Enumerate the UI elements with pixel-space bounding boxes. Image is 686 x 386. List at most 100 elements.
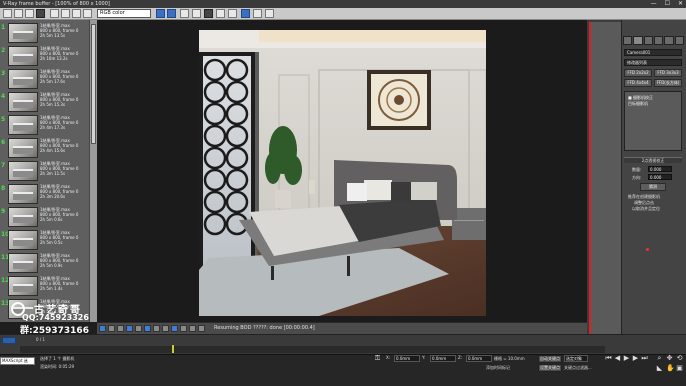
ocio-icon[interactable]: [153, 325, 160, 332]
x-coordinate-field[interactable]: 0.0mm: [394, 355, 420, 362]
add-time-tag[interactable]: 添加时间标记: [486, 365, 510, 371]
pixel-info-icon[interactable]: [171, 325, 178, 332]
history-item[interactable]: 9 1结果/卧室.max 800 x 800, frame 0 2h 5m 0.6s: [0, 206, 89, 228]
stack-item-camera-correction[interactable]: ■ 摄影机校正: [628, 95, 653, 100]
history-thumbnail[interactable]: [8, 23, 38, 43]
history-item[interactable]: 4 1结果/卧室.max 800 x 800, frame 0 2h 5m 15.3s: [0, 91, 89, 113]
clear-icon[interactable]: [36, 9, 45, 18]
bucket-icon[interactable]: [189, 325, 196, 332]
pan-icon[interactable]: ✥: [666, 355, 673, 362]
exposure-icon[interactable]: [126, 325, 133, 332]
history-thumbnail[interactable]: [8, 161, 38, 181]
mono-icon[interactable]: [180, 9, 189, 18]
srgb-icon[interactable]: [135, 325, 142, 332]
object-name-field[interactable]: Camera001: [624, 49, 682, 56]
history-item[interactable]: 7 1结果/卧室.max 800 x 800, frame 0 2h 3m 11.5s: [0, 160, 89, 182]
zoom-icon[interactable]: ⌕: [656, 355, 663, 362]
copy-icon[interactable]: [25, 9, 34, 18]
history-scrollbar-thumb[interactable]: [91, 24, 96, 144]
history-thumbnail[interactable]: [8, 184, 38, 204]
history-item[interactable]: 6 1结果/卧室.max 800 x 800, frame 0 2h 4m 15.6s: [0, 137, 89, 159]
tab-create[interactable]: [623, 36, 633, 45]
orbit-icon[interactable]: ⟲: [676, 355, 683, 362]
tab-display[interactable]: [664, 36, 674, 45]
guess-button[interactable]: 猜测: [640, 183, 666, 191]
history-thumbnail[interactable]: [8, 46, 38, 66]
amount-spinner[interactable]: 0.000: [648, 166, 672, 172]
history-item[interactable]: 2 1结果/卧室.max 800 x 800, frame 0 2h 10m 13.2…: [0, 45, 89, 67]
maximize-icon[interactable]: ☐: [665, 0, 670, 8]
history-thumbnail[interactable]: [8, 138, 38, 158]
tab-hierarchy[interactable]: [643, 36, 653, 45]
time-slider[interactable]: [2, 337, 16, 344]
lut-icon[interactable]: [144, 325, 151, 332]
history-scrollbar[interactable]: [89, 20, 97, 322]
stack-item-target-camera[interactable]: 目标摄影机: [628, 101, 648, 106]
ffd-box-button[interactable]: FFD(长方体): [654, 79, 682, 87]
history-item[interactable]: 5 1结果/卧室.max 800 x 800, frame 0 2h 4m 17.3s: [0, 114, 89, 136]
ffd-4-button[interactable]: FFD 4x4x4: [624, 79, 652, 87]
lock-icon[interactable]: [180, 325, 187, 332]
hdr-icon[interactable]: [162, 325, 169, 332]
modifier-list-dropdown[interactable]: 修改器列表: [624, 59, 682, 66]
close-icon[interactable]: ✕: [678, 0, 683, 8]
go-to-end-icon[interactable]: ⏭: [641, 355, 648, 362]
y-coordinate-field[interactable]: 0.0mm: [430, 355, 456, 362]
timeline-track[interactable]: [20, 346, 605, 353]
field-of-view-icon[interactable]: ◣: [656, 365, 663, 372]
history-thumbnail[interactable]: [8, 230, 38, 250]
curve-icon[interactable]: [117, 325, 124, 332]
save-all-icon[interactable]: [14, 9, 23, 18]
history-item[interactable]: 11 1结果/卧室.max 800 x 800, frame 0 2h 5m 0.9s: [0, 252, 89, 274]
levels-icon[interactable]: [108, 325, 115, 332]
render-last-icon[interactable]: [265, 9, 274, 18]
key-filters-button[interactable]: 关键点过滤器...: [564, 365, 592, 371]
alpha-icon[interactable]: [83, 9, 92, 18]
set-key-button[interactable]: 设置关键点: [538, 364, 562, 372]
tab-motion[interactable]: [653, 36, 664, 45]
history-thumbnail[interactable]: [8, 92, 38, 112]
modifier-stack[interactable]: ■ 摄影机校正 目标摄影机: [624, 91, 682, 151]
lock-selection-icon[interactable]: ⚿: [374, 355, 381, 362]
history-icon[interactable]: [156, 9, 165, 18]
history-thumbnail[interactable]: [8, 69, 38, 89]
play-icon[interactable]: ▶: [623, 355, 630, 362]
history-thumbnail[interactable]: [8, 115, 38, 135]
link-icon[interactable]: [253, 9, 262, 18]
direction-spinner[interactable]: 0.000: [648, 174, 672, 180]
maxscript-listener[interactable]: MAXScript 迷: [0, 357, 35, 365]
blue-channel-icon[interactable]: [72, 9, 81, 18]
green-channel-icon[interactable]: [61, 9, 70, 18]
go-to-start-icon[interactable]: ⏮: [605, 355, 612, 362]
walk-icon[interactable]: ✋: [666, 365, 675, 372]
history-item[interactable]: 8 1结果/卧室.max 800 x 800, frame 0 2h 3m 20.6s: [0, 183, 89, 205]
ffd-2-button[interactable]: FFD 2x2x2: [624, 69, 652, 77]
ffd-3-button[interactable]: FFD 3x3x3: [654, 69, 682, 77]
tab-modify[interactable]: [633, 36, 643, 45]
save-icon[interactable]: [3, 9, 12, 18]
lens-effects-icon[interactable]: [192, 9, 201, 18]
tab-utilities[interactable]: [674, 36, 684, 45]
section-2pt-correction[interactable]: 2点透视校正: [624, 157, 682, 163]
history-thumbnail[interactable]: [8, 207, 38, 227]
next-frame-icon[interactable]: ▶: [632, 355, 639, 362]
stamp-icon[interactable]: [216, 9, 225, 18]
auto-key-button[interactable]: 自动关键点: [538, 355, 562, 363]
channel-select[interactable]: RGB color: [97, 9, 151, 18]
history-item[interactable]: 3 1结果/卧室.max 800 x 800, frame 0 2h 5m 17.6s: [0, 68, 89, 90]
history-item[interactable]: 1 1结果/卧室.max 800 x 800, frame 0 2h 5m 13.5s: [0, 22, 89, 44]
command-panel-scroll[interactable]: [589, 22, 621, 334]
minimize-icon[interactable]: —: [651, 0, 657, 8]
prev-frame-icon[interactable]: ◀: [614, 355, 621, 362]
settings-icon[interactable]: [228, 9, 237, 18]
history-item[interactable]: 10 1结果/卧室.max 800 x 800, frame 0 2h 5m 0.5s: [0, 229, 89, 251]
history-thumbnail[interactable]: [8, 276, 38, 296]
red-channel-icon[interactable]: [50, 9, 59, 18]
track-mouse-icon[interactable]: [241, 9, 250, 18]
z-coordinate-field[interactable]: 0.0mm: [466, 355, 492, 362]
history-item[interactable]: 12 1结果/卧室.max 800 x 800, frame 0 2h 5m 1.4s: [0, 275, 89, 297]
maximize-viewport-icon[interactable]: ▣: [676, 365, 683, 372]
history-thumbnail[interactable]: [8, 253, 38, 273]
compare-icon[interactable]: [204, 9, 213, 18]
correct-icon[interactable]: [99, 325, 106, 332]
